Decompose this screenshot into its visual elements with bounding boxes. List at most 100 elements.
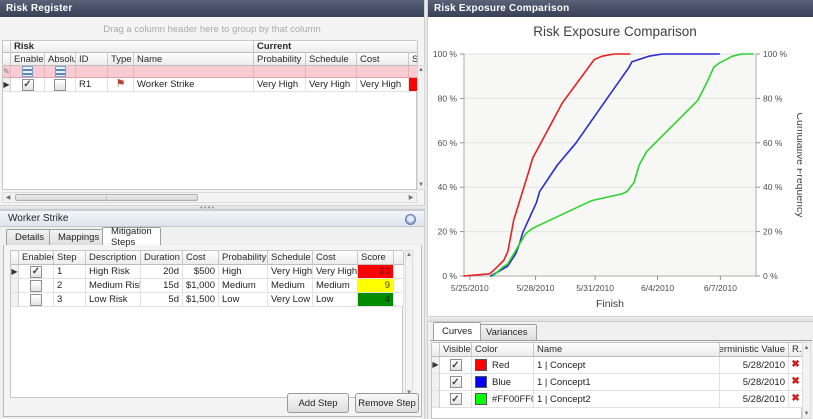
- visible-checkbox[interactable]: [450, 376, 462, 388]
- cell-step[interactable]: 3: [54, 293, 86, 307]
- cell-remove[interactable]: ✖: [789, 374, 803, 391]
- cell-color[interactable]: #FF00FF00: [472, 391, 534, 408]
- cell-deterministic-value[interactable]: 5/28/2010: [720, 374, 789, 391]
- tab-variances[interactable]: Variances: [477, 324, 537, 340]
- cell-cost2[interactable]: Medium: [313, 279, 358, 293]
- filter-enabled[interactable]: [11, 66, 45, 78]
- enabled-checkbox[interactable]: [30, 294, 42, 306]
- cell-step[interactable]: 1: [54, 265, 86, 279]
- col-probability[interactable]: Probability: [254, 53, 306, 66]
- filter-name[interactable]: [134, 66, 254, 78]
- cell-description[interactable]: Medium Risk: [86, 279, 141, 293]
- filter-icon[interactable]: [22, 66, 33, 77]
- cell-name[interactable]: Worker Strike: [134, 78, 254, 92]
- cell-color[interactable]: Red: [472, 357, 534, 374]
- col-enabled[interactable]: Enabled: [11, 53, 45, 66]
- cell-name[interactable]: 1 | Concept2: [534, 391, 720, 408]
- cell-remove[interactable]: ✖: [789, 357, 803, 374]
- tab-details[interactable]: Details: [6, 229, 53, 245]
- scroll-right-icon[interactable]: ▶: [407, 194, 415, 201]
- scroll-left-icon[interactable]: ◀: [4, 194, 12, 201]
- cell-absolute[interactable]: [45, 78, 76, 92]
- delete-icon[interactable]: ✖: [791, 360, 799, 370]
- tab-mappings[interactable]: Mappings: [49, 229, 108, 245]
- cell-probability[interactable]: Low: [219, 293, 268, 307]
- filter-type[interactable]: [108, 66, 134, 78]
- cell-enabled[interactable]: [19, 265, 54, 279]
- filter-cost[interactable]: [357, 66, 409, 78]
- cell-id[interactable]: R1: [76, 78, 108, 92]
- col-id[interactable]: ID: [76, 53, 108, 66]
- hscroll-thumb[interactable]: [15, 194, 198, 201]
- cell-cost[interactable]: Very High: [357, 78, 409, 92]
- cell-name[interactable]: 1 | Concept1: [534, 374, 720, 391]
- cell-deterministic-value[interactable]: 5/28/2010: [720, 391, 789, 408]
- risk-grid-vscrollbar[interactable]: ▲ ▼: [417, 65, 425, 190]
- col-enabled[interactable]: Enabled: [19, 251, 54, 265]
- cell-enabled[interactable]: [19, 293, 54, 307]
- delete-icon[interactable]: ✖: [791, 377, 799, 387]
- enabled-checkbox[interactable]: [22, 79, 34, 91]
- cell-visible[interactable]: [440, 357, 472, 374]
- col-name[interactable]: Name: [134, 53, 254, 66]
- tab-mitigation-steps[interactable]: Mitigation Steps: [102, 227, 161, 245]
- col-cost2[interactable]: Cost: [313, 251, 358, 265]
- col-schedule[interactable]: Schedule: [306, 53, 357, 66]
- color-swatch[interactable]: [475, 376, 487, 388]
- risk-grid-hscrollbar[interactable]: ◀ ▶: [2, 192, 417, 203]
- visible-checkbox[interactable]: [450, 359, 462, 371]
- cell-cost2[interactable]: Low: [313, 293, 358, 307]
- cell-schedule[interactable]: Medium: [268, 279, 313, 293]
- filter-id[interactable]: [76, 66, 108, 78]
- cell-cost[interactable]: $500: [183, 265, 219, 279]
- cell-probability[interactable]: Medium: [219, 279, 268, 293]
- col-cost[interactable]: Cost: [183, 251, 219, 265]
- filter-icon[interactable]: [55, 66, 66, 77]
- col-name[interactable]: Name: [534, 343, 720, 357]
- scroll-up-icon[interactable]: ▲: [406, 251, 412, 259]
- filter-absolute[interactable]: [45, 66, 76, 78]
- cell-duration[interactable]: 5d: [141, 293, 183, 307]
- cell-enabled[interactable]: [19, 279, 54, 293]
- cell-score[interactable]: 9: [358, 279, 394, 293]
- filter-probability[interactable]: [254, 66, 306, 78]
- tab-curves[interactable]: Curves: [433, 322, 481, 340]
- delete-icon[interactable]: ✖: [791, 394, 799, 404]
- cell-probability[interactable]: High: [219, 265, 268, 279]
- filter-schedule[interactable]: [306, 66, 357, 78]
- cell-cost2[interactable]: Very High: [313, 265, 358, 279]
- cell-deterministic-value[interactable]: 5/28/2010: [720, 357, 789, 374]
- cell-schedule[interactable]: Very High: [306, 78, 357, 92]
- col-visible[interactable]: Visible: [440, 343, 472, 357]
- cell-visible[interactable]: [440, 391, 472, 408]
- col-deterministic-value[interactable]: Deterministic Value: [720, 343, 789, 357]
- col-color[interactable]: Color: [472, 343, 534, 357]
- curves-vscrollbar[interactable]: ▲ ▼: [802, 342, 811, 419]
- col-absolute[interactable]: Absolu...: [45, 53, 76, 66]
- cell-description[interactable]: Low Risk: [86, 293, 141, 307]
- cell-remove[interactable]: ✖: [789, 391, 803, 408]
- add-step-button[interactable]: Add Step: [287, 393, 349, 413]
- col-probability[interactable]: Probability: [219, 251, 268, 265]
- cell-cost[interactable]: $1,000: [183, 279, 219, 293]
- visible-checkbox[interactable]: [450, 393, 462, 405]
- cell-score[interactable]: 20: [358, 265, 394, 279]
- cell-enabled[interactable]: [11, 78, 45, 92]
- cell-duration[interactable]: 15d: [141, 279, 183, 293]
- scroll-down-icon[interactable]: ▼: [803, 409, 810, 418]
- col-score[interactable]: Score: [358, 251, 394, 265]
- cell-description[interactable]: High Risk: [86, 265, 141, 279]
- col-cost[interactable]: Cost: [357, 53, 409, 66]
- cell-cost[interactable]: $1,500: [183, 293, 219, 307]
- remove-step-button[interactable]: Remove Step: [355, 393, 419, 413]
- cell-color[interactable]: Blue: [472, 374, 534, 391]
- cell-step[interactable]: 2: [54, 279, 86, 293]
- cell-probability[interactable]: Very High: [254, 78, 306, 92]
- scroll-down-icon[interactable]: ▼: [418, 181, 424, 189]
- col-type[interactable]: Type: [108, 53, 134, 66]
- absolute-checkbox[interactable]: [54, 79, 66, 91]
- col-step[interactable]: Step: [54, 251, 86, 265]
- cell-schedule[interactable]: Very High: [268, 265, 313, 279]
- col-remove[interactable]: R...: [789, 343, 803, 357]
- cell-duration[interactable]: 20d: [141, 265, 183, 279]
